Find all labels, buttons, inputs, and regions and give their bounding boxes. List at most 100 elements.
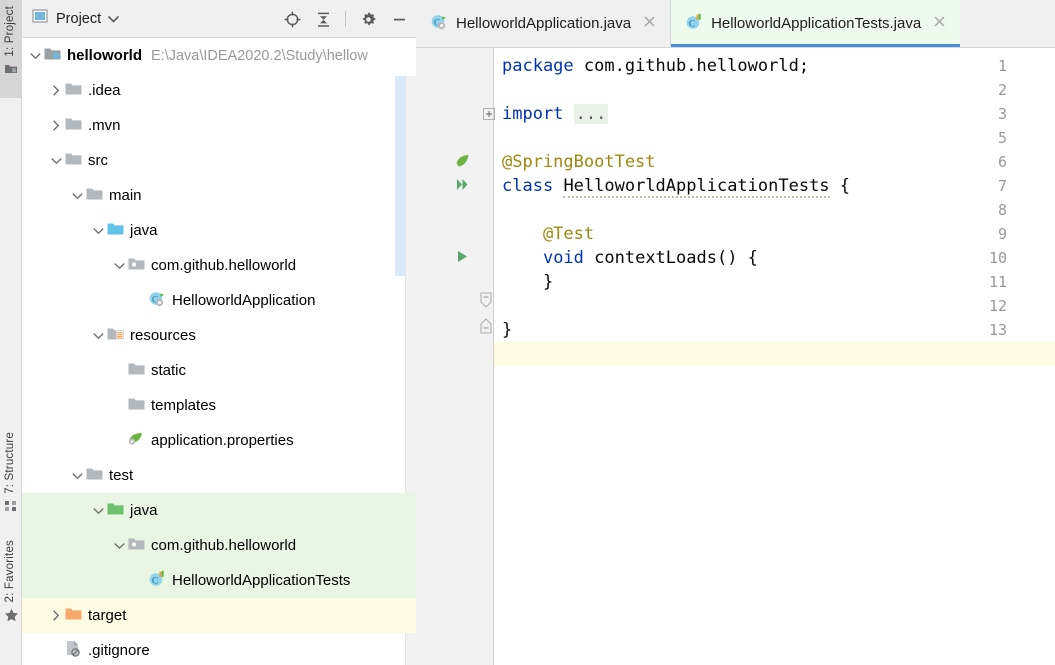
folder-icon [128, 397, 145, 415]
chevron-down-icon[interactable] [70, 192, 84, 200]
tree-node-com-github-helloworld[interactable]: com.github.helloworld [22, 248, 416, 283]
chevron-down-icon[interactable] [91, 227, 105, 235]
test-class-icon: C [148, 570, 166, 592]
minimize-icon[interactable] [390, 10, 408, 28]
run-all-tests-icon[interactable] [452, 174, 472, 198]
tree-node-icon [126, 537, 146, 555]
tree-node-label: templates [151, 397, 217, 414]
chevron-right-icon[interactable] [49, 120, 63, 131]
tree-node-label: resources [130, 327, 196, 344]
editor-tab-1[interactable]: C HelloworldApplication.java [416, 0, 670, 47]
tree-node-main[interactable]: main [22, 178, 416, 213]
tool-tab-favorites[interactable]: 2: Favorites [0, 538, 22, 648]
tree-node-target[interactable]: target [22, 598, 416, 633]
tree-node-helloworld[interactable]: helloworld E:\Java\IDEA2020.2\Study\hello… [22, 38, 416, 73]
tool-tab-structure[interactable]: 7: Structure [0, 430, 22, 522]
project-tree[interactable]: helloworld E:\Java\IDEA2020.2\Study\hello… [22, 38, 416, 665]
tree-node-icon: C [147, 290, 167, 312]
code-editor[interactable]: 123567891011121314 package com.github.he… [416, 48, 1055, 665]
chevron-down-icon[interactable] [28, 52, 42, 60]
tree-node-mvn[interactable]: .mvn [22, 108, 416, 143]
code-line-3[interactable]: import ... [494, 102, 1055, 126]
chevron-down-icon[interactable] [112, 542, 126, 550]
tree-node-src[interactable]: src [22, 143, 416, 178]
fold-strip[interactable] [479, 48, 493, 665]
tree-node-static[interactable]: static [22, 353, 416, 388]
project-panel-header: Project [22, 0, 416, 38]
gear-icon[interactable] [359, 10, 377, 28]
code-line-12[interactable] [494, 294, 1055, 318]
tree-node-label: .mvn [88, 117, 121, 134]
tool-tab-project[interactable]: 1: Project [0, 0, 22, 98]
tree-node-icon [105, 222, 125, 240]
chevron-right-icon[interactable] [49, 85, 63, 96]
tree-node-icon [84, 187, 104, 205]
fold-region-end-icon[interactable] [479, 314, 493, 338]
svg-text:C: C [152, 575, 158, 585]
project-icon [4, 63, 18, 78]
chevron-down-icon[interactable] [91, 332, 105, 340]
tree-node-icon: C [147, 570, 167, 592]
tree-node-test[interactable]: test [22, 458, 416, 493]
tree-node-helloworldapplication[interactable]: C HelloworldApplication [22, 283, 416, 318]
tree-node-application-properties[interactable]: application.properties [22, 423, 416, 458]
code-token: contextLoads() { [583, 248, 758, 268]
close-icon[interactable] [643, 15, 656, 32]
editor-tab-2[interactable]: C HelloworldApplicationTests.java [671, 0, 961, 47]
tree-node-icon [63, 82, 83, 100]
chevron-down-icon[interactable] [91, 507, 105, 515]
tree-node-label: static [151, 362, 187, 379]
test-source-root-folder-icon [107, 502, 124, 520]
close-icon[interactable] [933, 15, 946, 32]
code-line-1[interactable]: package com.github.helloworld; [494, 54, 1055, 78]
test-class-icon: C [685, 13, 703, 35]
code-line-8[interactable] [494, 198, 1055, 222]
code-text[interactable]: package com.github.helloworld; import ...… [494, 48, 1055, 665]
tree-node-java[interactable]: java [22, 493, 416, 528]
tree-node-label: main [109, 187, 142, 204]
tree-node-com-github-helloworld[interactable]: com.github.helloworld [22, 528, 416, 563]
chevron-down-icon[interactable] [49, 157, 63, 165]
code-line-2[interactable] [494, 78, 1055, 102]
editor-tab-label: HelloworldApplication.java [456, 15, 632, 32]
idea-window: 1: Project 7: Structure 2: Favorites Pro… [0, 0, 1055, 665]
module-folder-icon [44, 47, 61, 65]
tree-node-label: src [88, 152, 108, 169]
tree-node-icon [126, 397, 146, 415]
project-panel-toolbar [283, 0, 408, 38]
chevron-down-icon[interactable] [108, 10, 120, 28]
code-line-14[interactable] [494, 342, 1055, 366]
spring-leaf-icon[interactable] [452, 150, 472, 174]
folder-icon [86, 187, 103, 205]
project-tool-window: Project helloworld E:\Java\IDEA2020.2\St… [22, 0, 416, 665]
code-line-6[interactable]: @SpringBootTest [494, 150, 1055, 174]
code-line-13[interactable]: } [494, 318, 1055, 342]
tree-node-java[interactable]: java [22, 213, 416, 248]
tree-node-templates[interactable]: templates [22, 388, 416, 423]
code-line-9[interactable]: @Test [494, 222, 1055, 246]
tree-node-label: com.github.helloworld [151, 537, 297, 554]
chevron-right-icon[interactable] [49, 610, 63, 621]
package-icon [128, 257, 145, 275]
code-token: ... [573, 104, 609, 124]
code-line-11[interactable]: } [494, 270, 1055, 294]
code-token: com.github.helloworld; [573, 56, 810, 76]
code-line-10[interactable]: void contextLoads() { [494, 246, 1055, 270]
chevron-down-icon[interactable] [112, 262, 126, 270]
chevron-down-icon[interactable] [70, 472, 84, 480]
tree-node-resources[interactable]: resources [22, 318, 416, 353]
tree-node-gitignore[interactable]: .gitignore [22, 633, 416, 665]
code-token: } [502, 320, 513, 340]
fold-region-start-icon[interactable] [479, 288, 493, 312]
collapse-all-icon[interactable] [314, 10, 332, 28]
folder-icon [128, 362, 145, 380]
svg-text:C: C [689, 18, 695, 28]
code-line-7[interactable]: class HelloworldApplicationTests { [494, 174, 1055, 198]
tree-node-idea[interactable]: .idea [22, 73, 416, 108]
run-test-icon[interactable] [452, 246, 472, 270]
tree-node-label: .gitignore [88, 642, 150, 659]
tree-node-helloworldapplicationtests[interactable]: C HelloworldApplicationTests [22, 563, 416, 598]
locate-icon[interactable] [283, 10, 301, 28]
code-line-5[interactable] [494, 126, 1055, 150]
